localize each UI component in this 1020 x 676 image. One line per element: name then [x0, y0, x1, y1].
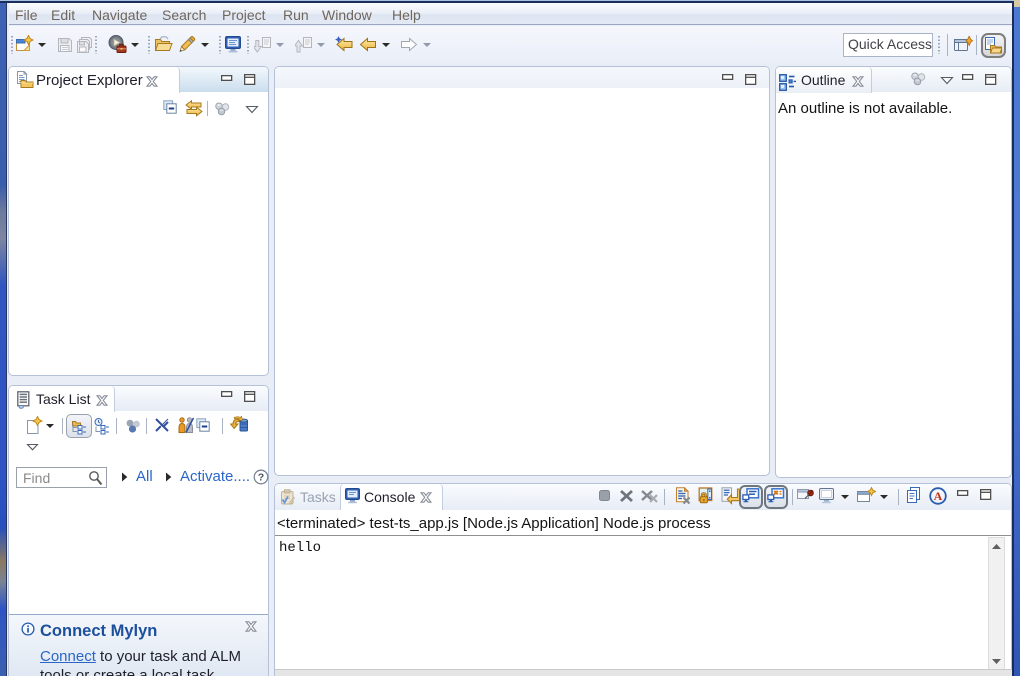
- svg-text:A: A: [934, 489, 943, 503]
- svg-text:?: ?: [258, 472, 264, 484]
